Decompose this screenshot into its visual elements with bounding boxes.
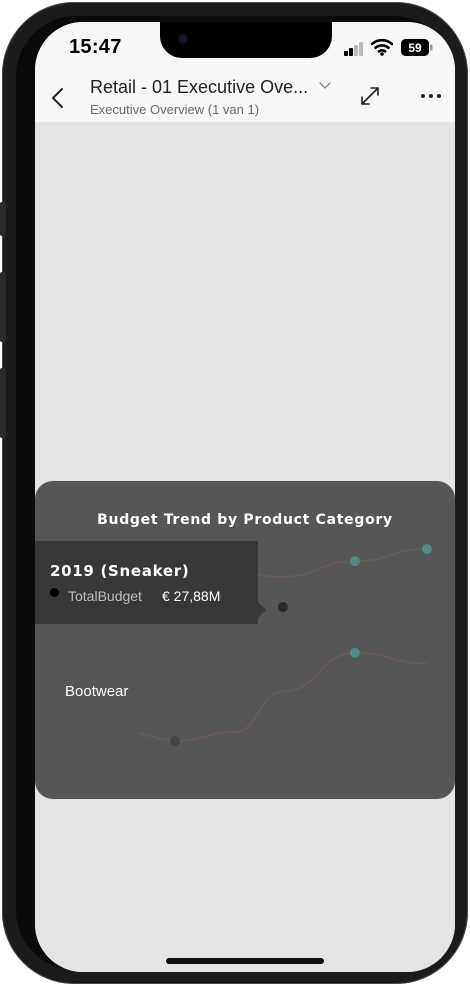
series-line-lead bbox=[138, 732, 176, 742]
report-canvas: Budget Trend by Product Category Bootwea… bbox=[35, 122, 455, 972]
report-header: Retail - 01 Executive Ove... Executive O… bbox=[35, 72, 455, 122]
camera-icon bbox=[178, 34, 188, 44]
tooltip-heading: 2019 (Sneaker) bbox=[50, 562, 190, 580]
focused-visual[interactable]: Budget Trend by Product Category Bootwea… bbox=[35, 481, 455, 799]
tooltip-measure: TotalBudget bbox=[68, 588, 142, 604]
signal-icon bbox=[344, 42, 363, 56]
action-button bbox=[0, 202, 6, 236]
data-tooltip: 2019 (Sneaker) TotalBudget € 27,88M bbox=[35, 541, 258, 624]
data-point-sneaker-4[interactable] bbox=[422, 544, 432, 554]
report-title[interactable]: Retail - 01 Executive Ove... bbox=[90, 77, 308, 98]
tooltip-value: € 27,88M bbox=[162, 588, 221, 604]
battery-icon: 59 bbox=[401, 39, 433, 56]
tooltip-pointer bbox=[258, 602, 266, 618]
battery-level: 59 bbox=[408, 41, 422, 55]
volume-up-button bbox=[0, 272, 6, 342]
series-label-bootwear: Bootwear bbox=[65, 683, 129, 700]
page-indicator: Executive Overview (1 van 1) bbox=[90, 102, 260, 117]
expand-icon[interactable] bbox=[358, 84, 382, 108]
series-line-bootwear bbox=[174, 651, 428, 742]
data-point-bootwear-3[interactable] bbox=[350, 647, 360, 658]
line-chart[interactable] bbox=[35, 481, 455, 799]
chevron-down-icon[interactable] bbox=[318, 80, 332, 90]
wifi-icon bbox=[371, 38, 393, 56]
visual-title: Budget Trend by Product Category bbox=[97, 512, 393, 528]
status-time: 15:47 bbox=[69, 36, 122, 58]
legend-dot-icon bbox=[50, 588, 59, 597]
data-point-bootwear-0[interactable] bbox=[170, 736, 180, 746]
back-chevron-icon[interactable] bbox=[49, 86, 67, 110]
status-bar: 15:47 59 bbox=[35, 22, 455, 72]
volume-down-button bbox=[0, 368, 6, 438]
dynamic-island bbox=[160, 22, 332, 58]
more-options-icon[interactable] bbox=[420, 92, 442, 100]
screen: 15:47 59 Retail - 01 Executive Ove... Ex… bbox=[35, 22, 455, 972]
data-point-sneaker-3[interactable] bbox=[350, 556, 360, 567]
active-data-point[interactable] bbox=[278, 602, 288, 612]
home-indicator[interactable] bbox=[166, 958, 324, 964]
